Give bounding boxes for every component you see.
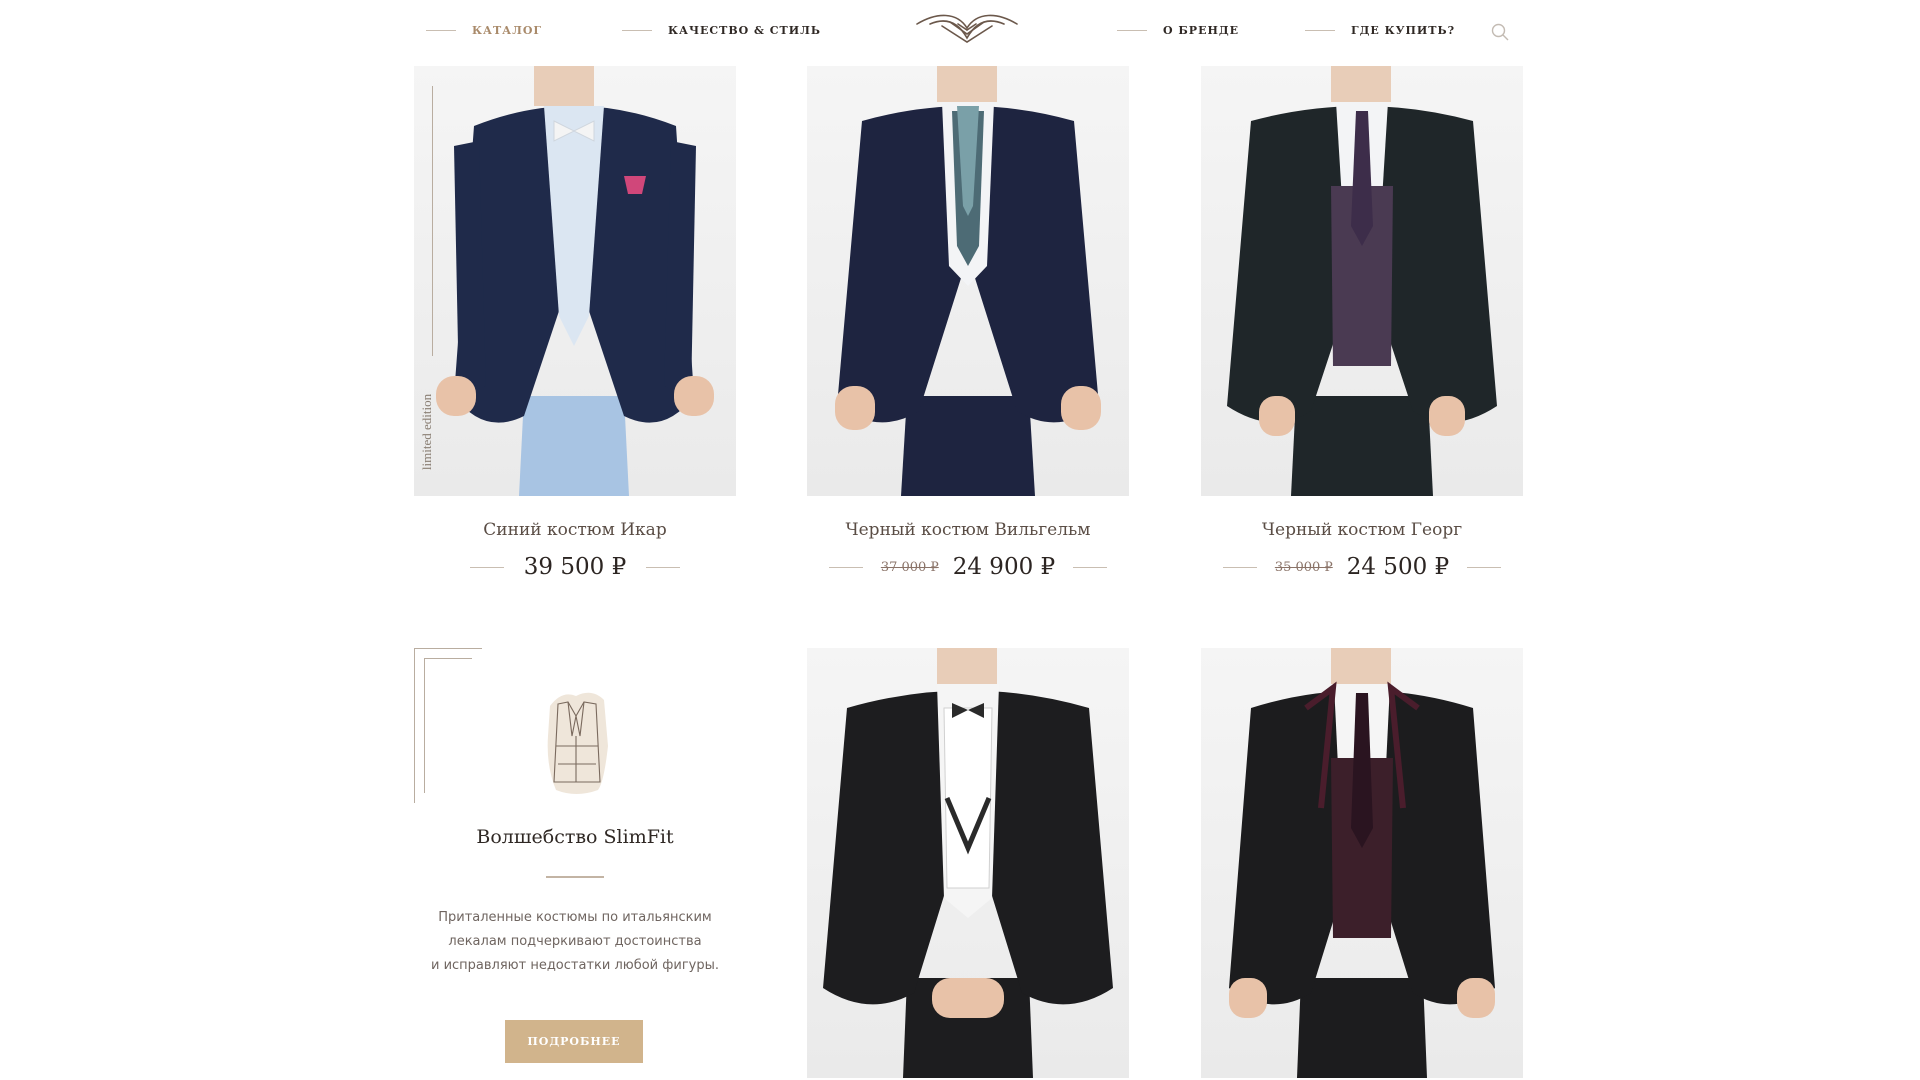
suit-photo-figure (436, 66, 714, 496)
product-card[interactable] (1201, 648, 1523, 1078)
more-details-button[interactable]: ПОДРОБНЕЕ (505, 1020, 643, 1063)
product-price: 39 500 ₽ (523, 554, 627, 580)
nav-quality-link[interactable]: КАЧЕСТВО & СТИЛЬ (622, 18, 821, 42)
price-line (828, 566, 863, 568)
product-photo[interactable]: limited edition (414, 66, 736, 496)
jacket-sketch-icon (547, 692, 608, 794)
promo-text-line: Приталенные костюмы по итальянским (438, 910, 712, 925)
slimfit-promo: Волшебство SlimFit Приталенные костюмы п… (414, 648, 736, 1080)
product-photo[interactable] (807, 66, 1129, 496)
decorative-frame-inner (424, 658, 472, 793)
search-icon[interactable] (1490, 22, 1510, 42)
nav-dash (1305, 29, 1335, 31)
suit-photo-figure (1229, 648, 1495, 1078)
suit-photo-figure (835, 66, 1101, 496)
product-photo[interactable] (1201, 66, 1523, 496)
suit-photo-figure (823, 648, 1113, 1078)
edition-line (432, 86, 433, 356)
product-title[interactable]: Синий костюм Икар (414, 520, 736, 540)
promo-text-line: и исправляют недостатки любой фигуры. (430, 958, 719, 973)
nav-dash (1117, 29, 1147, 31)
nav-dash (622, 29, 652, 31)
product-old-price: 37 000 ₽ (880, 559, 939, 575)
price-line (646, 566, 681, 568)
nav-catalog-link[interactable]: КАТАЛОГ (426, 18, 542, 42)
price-row: 37 000 ₽ 24 900 ₽ (807, 552, 1129, 582)
product-card[interactable]: Черный костюм Георг 35 000 ₽ 24 500 ₽ (1201, 66, 1523, 582)
ornament-logo-icon[interactable] (912, 10, 1022, 44)
nav-brand-link[interactable]: О БРЕНДЕ (1117, 18, 1239, 42)
promo-title: Волшебство SlimFit (476, 826, 674, 848)
product-card[interactable]: limited edition Синий костюм Икар 39 500… (414, 66, 736, 582)
price-row: 35 000 ₽ 24 500 ₽ (1201, 552, 1523, 582)
limited-edition-text: limited edition (419, 393, 434, 471)
nav-quality-label: КАЧЕСТВО & СТИЛЬ (668, 23, 821, 37)
product-title[interactable]: Черный костюм Вильгельм (807, 520, 1129, 540)
product-old-price: 35 000 ₽ (1274, 559, 1333, 575)
price-line (1222, 566, 1257, 568)
price-line (1073, 566, 1108, 568)
product-title[interactable]: Черный костюм Георг (1201, 520, 1523, 540)
nav-where-to-buy-link[interactable]: ГДЕ КУПИТЬ? (1305, 18, 1455, 42)
nav-brand-label: О БРЕНДЕ (1163, 23, 1240, 37)
nav-catalog-label: КАТАЛОГ (472, 23, 543, 37)
promo-text-line: лекалам подчеркивают достоинства (448, 934, 702, 949)
product-card[interactable] (807, 648, 1129, 1078)
nav-where-to-buy-label: ГДЕ КУПИТЬ? (1351, 23, 1456, 37)
limited-edition-badge: limited edition (416, 386, 436, 496)
price-line (1467, 566, 1502, 568)
product-price: 24 500 ₽ (1346, 554, 1450, 580)
price-row: 39 500 ₽ (414, 552, 736, 582)
promo-description: Приталенные костюмы по итальянским лекал… (414, 906, 736, 978)
product-card[interactable]: Черный костюм Вильгельм 37 000 ₽ 24 900 … (807, 66, 1129, 582)
suit-photo-figure (1227, 66, 1497, 496)
price-line (469, 566, 504, 568)
nav-dash (426, 29, 456, 31)
product-photo[interactable] (1201, 648, 1523, 1078)
promo-divider (546, 876, 604, 878)
product-photo[interactable] (807, 648, 1129, 1078)
product-price: 24 900 ₽ (952, 554, 1056, 580)
